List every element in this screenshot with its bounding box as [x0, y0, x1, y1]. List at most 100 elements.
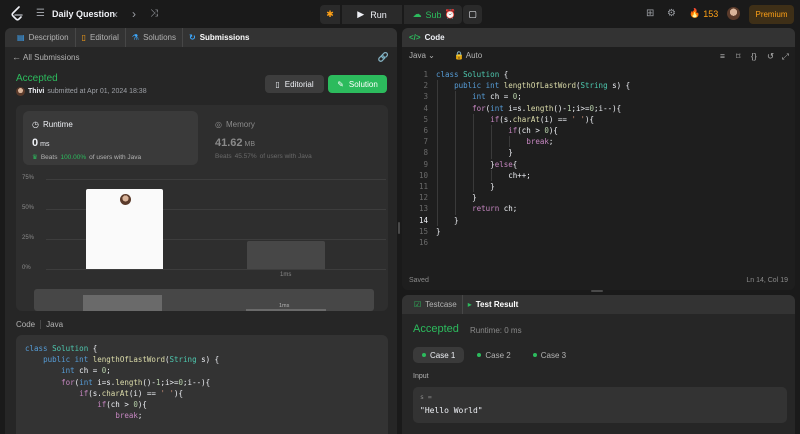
- input-label: Input: [413, 373, 429, 380]
- daily-question-title[interactable]: Daily Question: [52, 9, 115, 19]
- navigator-label: 1ms: [279, 303, 290, 309]
- auto-mode[interactable]: 🔒 Auto: [454, 51, 482, 60]
- code-line: public int lengthOfLastWord(String s) {: [43, 355, 220, 365]
- shuffle-icon[interactable]: ⤨: [150, 8, 158, 19]
- chart-bar[interactable]: [247, 241, 325, 269]
- editorial-label: Editorial: [284, 79, 314, 89]
- code-editor[interactable]: class Solution { public int lengthOfLast…: [436, 69, 786, 237]
- auto-label: Auto: [465, 51, 483, 60]
- next-question-icon[interactable]: ›: [132, 7, 136, 21]
- run-button[interactable]: ▶ Run: [342, 5, 402, 24]
- all-submissions-link[interactable]: All Submissions: [23, 53, 79, 62]
- fire-icon: 🔥: [689, 8, 701, 18]
- case-3-button[interactable]: Case 3: [524, 347, 575, 363]
- stats-box: ◷ Runtime 0 ms ♛ Beats 100.00% of users w…: [16, 105, 388, 311]
- clock-icon: ◷: [32, 120, 39, 129]
- runtime-distribution-chart: 75% 50% 25% 0% 1ms 1ms: [16, 169, 388, 311]
- code-line: if(ch > 0){: [436, 125, 786, 137]
- tab-testcase[interactable]: ☑ Testcase: [409, 295, 463, 314]
- code-label-row: Code Java: [16, 320, 63, 329]
- case-1-button[interactable]: Case 1: [413, 347, 465, 363]
- bookmark-icon[interactable]: ⌑: [736, 51, 740, 62]
- navigator-bar: [83, 295, 162, 311]
- lock-icon: 🔒: [454, 51, 464, 60]
- cloud-upload-icon: ☁: [412, 9, 422, 19]
- chevron-down-icon: ⌄: [428, 51, 435, 60]
- leetcode-logo[interactable]: [10, 6, 24, 22]
- beats-prefix: Beats: [40, 153, 58, 161]
- result-status: Accepted: [413, 323, 459, 335]
- premium-button[interactable]: Premium: [749, 5, 794, 24]
- memory-title: ◎ Memory: [215, 120, 255, 129]
- problem-list-icon[interactable]: ☰: [36, 8, 45, 19]
- back-arrow-icon[interactable]: ←: [12, 52, 21, 62]
- expand-icon[interactable]: ⤢: [782, 51, 789, 62]
- beats-prefix: Beats: [215, 153, 232, 160]
- testcase-label: Testcase: [425, 300, 457, 309]
- gear-icon[interactable]: ⚙: [667, 8, 676, 19]
- pass-dot: [532, 353, 537, 357]
- solution-label: Solution: [348, 79, 378, 89]
- memory-card[interactable]: ◎ Memory 41.62 MB Beats 45.57% of users w…: [206, 111, 381, 165]
- debug-button[interactable]: ✱: [320, 5, 340, 24]
- prev-question-icon[interactable]: ‹: [114, 7, 118, 21]
- code-line: class Solution {: [436, 70, 509, 79]
- code-line: }: [436, 192, 477, 204]
- language-select[interactable]: Java ⌄: [409, 51, 435, 60]
- submitted-code-block: class Solution { public int lengthOfLast…: [16, 335, 388, 434]
- runtime-card[interactable]: ◷ Runtime 0 ms ♛ Beats 100.00% of users w…: [23, 111, 198, 165]
- line-number: 14: [418, 215, 428, 225]
- streak-counter[interactable]: 🔥 153: [689, 8, 718, 19]
- gridline: [46, 269, 386, 270]
- input-variable-name: s =: [420, 393, 432, 401]
- line-number: 4: [423, 103, 428, 113]
- share-link-icon[interactable]: 🔗: [378, 52, 389, 63]
- horizontal-resize-handle[interactable]: [591, 290, 603, 292]
- y-tick-label: 75%: [22, 175, 35, 181]
- runtime-title-text: Runtime: [42, 120, 73, 129]
- gridline: [46, 179, 386, 180]
- tab-description[interactable]: ▤ Description: [11, 28, 76, 47]
- chart-range-navigator[interactable]: 1ms: [34, 289, 374, 311]
- test-result-panel: ☑ Testcase ▸ Test Result Accepted Runtim…: [402, 295, 795, 434]
- tab-solutions[interactable]: ⚗ Solutions: [126, 28, 183, 47]
- description-icon: ▤: [17, 33, 25, 42]
- line-number: 1: [423, 70, 428, 79]
- reset-icon[interactable]: ↺: [767, 51, 774, 62]
- editor-toolbar: Java ⌄ 🔒 Auto ≡ ⌑ {} ↺ ⤢: [402, 47, 795, 65]
- divider: [40, 320, 42, 329]
- line-number: 10: [418, 170, 428, 180]
- editor-header: </> Code: [402, 28, 795, 47]
- y-tick-label: 50%: [22, 205, 35, 211]
- code-line: if(s.charAt(i) == ' '){: [79, 388, 184, 398]
- language-value: Java: [409, 51, 426, 60]
- tab-submissions[interactable]: ↻ Submissions: [183, 28, 256, 47]
- case-tabs: Case 1 Case 2 Case 3: [413, 347, 575, 363]
- editorial-button[interactable]: ▯ Editorial: [265, 75, 324, 93]
- line-number-gutter: 1 2 3 4 5 6 7 8 9 10 11 12 13 14 15 16: [402, 69, 430, 248]
- braces-icon[interactable]: {}: [751, 51, 757, 61]
- case-2-button[interactable]: Case 2: [468, 347, 519, 363]
- submitted-time: submitted at Apr 01, 2024 18:38: [47, 88, 147, 95]
- beats-percent: 45.57%: [234, 153, 257, 160]
- line-number: 9: [423, 159, 428, 169]
- avatar: [119, 193, 131, 205]
- layout-icon[interactable]: ⊞: [646, 8, 654, 19]
- checkbox-icon: ☑: [414, 300, 422, 309]
- format-icon[interactable]: ≡: [720, 51, 725, 61]
- vertical-resize-handle[interactable]: [398, 222, 400, 234]
- line-number: 11: [418, 182, 428, 192]
- test-result-label: Test Result: [475, 300, 519, 309]
- tab-editorial[interactable]: ▯ Editorial: [76, 28, 126, 47]
- timer-button[interactable]: ⏰: [441, 5, 460, 24]
- code-editor-panel: </> Code Java ⌄ 🔒 Auto ≡ ⌑ {} ↺ ⤢ 123456…: [402, 28, 795, 290]
- notes-button[interactable]: ▢: [463, 5, 482, 24]
- tab-test-result[interactable]: ▸ Test Result: [463, 295, 524, 314]
- submitter-name[interactable]: Thivi: [28, 88, 44, 95]
- tab-label: Submissions: [199, 33, 250, 42]
- left-tab-bar: ▤ Description ▯ Editorial ⚗ Solutions ↻ …: [5, 28, 397, 47]
- avatar[interactable]: [727, 7, 740, 20]
- flask-icon: ⚗: [131, 33, 140, 42]
- runtime-beats: ♛ Beats 100.00% of users with Java: [32, 153, 141, 162]
- solution-button[interactable]: ✎ Solution: [328, 75, 387, 93]
